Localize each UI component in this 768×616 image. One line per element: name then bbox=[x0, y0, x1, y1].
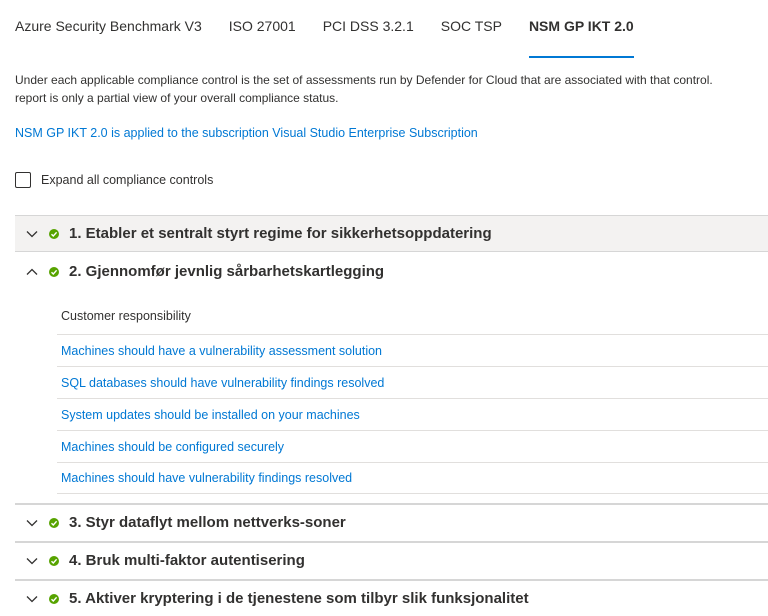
control-row-3[interactable]: 3. Styr dataflyt mellom nettverks-soner bbox=[15, 503, 768, 540]
tab-iso-27001[interactable]: ISO 27001 bbox=[229, 0, 296, 46]
chevron-down-icon bbox=[25, 592, 39, 606]
tab-soc-tsp[interactable]: SOC TSP bbox=[441, 0, 502, 46]
chevron-down-icon bbox=[25, 516, 39, 530]
check-circle-icon bbox=[49, 555, 59, 566]
check-circle-icon bbox=[49, 593, 59, 604]
description-line-1: Under each applicable compliance control… bbox=[15, 73, 713, 87]
chevron-down-icon bbox=[25, 227, 39, 241]
assessment-link[interactable]: Machines should be configured securely bbox=[61, 440, 284, 454]
tab-azure-security-benchmark[interactable]: Azure Security Benchmark V3 bbox=[15, 0, 202, 46]
compliance-standard-tabs: Azure Security Benchmark V3 ISO 27001 PC… bbox=[15, 0, 661, 58]
assessment-link[interactable]: Machines should have vulnerability findi… bbox=[61, 471, 352, 485]
compliance-description: Under each applicable compliance control… bbox=[15, 71, 768, 107]
control-row-5[interactable]: 5. Aktiver kryptering i de tjenestene so… bbox=[15, 579, 768, 616]
tab-nsm-gp-ikt[interactable]: NSM GP IKT 2.0 bbox=[528, 0, 634, 58]
assessment-row: Machines should have vulnerability findi… bbox=[57, 462, 768, 494]
assessment-row: Machines should have a vulnerability ass… bbox=[57, 334, 768, 366]
check-circle-icon bbox=[49, 228, 59, 239]
control-row-2[interactable]: 2. Gjennomfør jevnlig sårbarhetskartlegg… bbox=[15, 253, 768, 290]
expand-all-checkbox[interactable] bbox=[15, 172, 31, 188]
chevron-down-icon bbox=[25, 554, 39, 568]
control-title: 5. Aktiver kryptering i de tjenestene so… bbox=[69, 590, 529, 607]
control-row-1[interactable]: 1. Etabler et sentralt styrt regime for … bbox=[15, 215, 768, 252]
check-circle-icon bbox=[49, 266, 59, 277]
assessment-link[interactable]: System updates should be installed on yo… bbox=[61, 408, 360, 422]
description-line-2: report is only a partial view of your ov… bbox=[15, 91, 339, 105]
applied-subscription-link[interactable]: NSM GP IKT 2.0 is applied to the subscri… bbox=[15, 126, 478, 140]
expand-all-toggle[interactable]: Expand all compliance controls bbox=[15, 172, 213, 188]
tab-pci-dss[interactable]: PCI DSS 3.2.1 bbox=[323, 0, 414, 46]
chevron-up-icon bbox=[25, 265, 39, 279]
assessment-row: System updates should be installed on yo… bbox=[57, 398, 768, 430]
control-title: 1. Etabler et sentralt styrt regime for … bbox=[69, 225, 492, 242]
assessment-link[interactable]: SQL databases should have vulnerability … bbox=[61, 376, 384, 390]
assessment-row: SQL databases should have vulnerability … bbox=[57, 366, 768, 398]
check-circle-icon bbox=[49, 517, 59, 528]
assessment-row: Machines should be configured securely bbox=[57, 430, 768, 462]
responsibility-label: Customer responsibility bbox=[61, 309, 191, 323]
control-title: 4. Bruk multi-faktor autentisering bbox=[69, 552, 305, 569]
control-title: 3. Styr dataflyt mellom nettverks-soner bbox=[69, 514, 346, 531]
control-row-4[interactable]: 4. Bruk multi-faktor autentisering bbox=[15, 541, 768, 578]
control-title: 2. Gjennomfør jevnlig sårbarhetskartlegg… bbox=[69, 263, 385, 280]
expand-all-label: Expand all compliance controls bbox=[41, 173, 214, 187]
assessment-link[interactable]: Machines should have a vulnerability ass… bbox=[61, 344, 382, 358]
